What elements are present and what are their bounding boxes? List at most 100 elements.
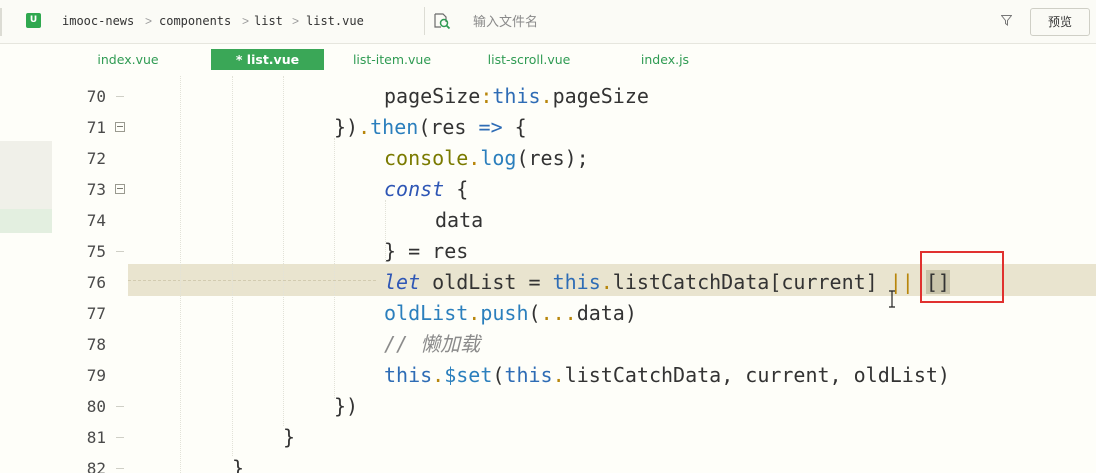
- code-text: const {: [384, 174, 468, 205]
- code-token: this: [384, 363, 433, 387]
- tab-list-scroll-vue[interactable]: list-scroll.vue: [474, 49, 584, 70]
- breadcrumb-item-list[interactable]: list: [254, 13, 283, 29]
- line-number: 79: [86, 366, 106, 385]
- window-edge: [0, 8, 2, 36]
- code-text: data: [435, 205, 483, 236]
- code-line[interactable]: 70 pageSize:this.pageSize: [0, 81, 1096, 112]
- code-text: }): [334, 391, 358, 422]
- code-text: }: [232, 453, 244, 473]
- fold-collapse-icon[interactable]: [115, 122, 125, 132]
- code-token: }: [232, 456, 245, 473]
- code-token: data: [435, 208, 484, 232]
- code-token: }): [334, 394, 359, 418]
- code-token: data): [576, 301, 637, 325]
- breadcrumb-separator: >: [242, 14, 250, 28]
- fold-guide: [116, 468, 124, 469]
- code-text: let oldList = this.listCatchData[current…: [384, 267, 950, 298]
- annotation-highlight-box: [920, 251, 1004, 303]
- file-search-box[interactable]: [424, 7, 1024, 35]
- code-comment: // 懒加载: [384, 332, 481, 356]
- code-token: this: [552, 270, 601, 294]
- code-token: .: [540, 84, 553, 108]
- line-number: 72: [86, 149, 106, 168]
- tab-index-js[interactable]: index.js: [626, 49, 704, 70]
- code-token: :: [480, 84, 493, 108]
- editor-tabs: index.vue * list.vue list-item.vue list-…: [0, 44, 1096, 76]
- code-line[interactable]: 71 }).then(res => {: [0, 112, 1096, 143]
- line-number: 76: [86, 273, 106, 292]
- fold-guide: [116, 251, 124, 252]
- line-number: 74: [86, 211, 106, 230]
- code-token: .: [358, 115, 371, 139]
- code-token: ...: [540, 301, 577, 325]
- code-token: (res);: [516, 146, 589, 170]
- code-line[interactable]: 78 // 懒加载: [0, 329, 1096, 360]
- code-text: console.log(res);: [384, 143, 589, 174]
- code-editor[interactable]: 70 pageSize:this.pageSize 71 }).then(res…: [0, 76, 1096, 473]
- code-line[interactable]: 82 }: [0, 453, 1096, 473]
- code-token: oldList =: [420, 270, 553, 294]
- title-bar: U imooc-news > components > list > list.…: [0, 0, 1096, 44]
- code-token: (res: [418, 115, 479, 139]
- line-number: 75: [86, 242, 106, 261]
- code-text: }).then(res => {: [334, 112, 527, 143]
- code-token: this: [492, 84, 541, 108]
- code-token: const: [384, 177, 445, 201]
- filter-icon[interactable]: [1001, 15, 1012, 26]
- breadcrumb-separator: >: [145, 14, 153, 28]
- code-token: }): [334, 115, 359, 139]
- preview-button[interactable]: 预览: [1030, 8, 1090, 36]
- code-token: .: [468, 301, 481, 325]
- code-token: } = res: [384, 239, 469, 263]
- code-text: this.$set(this.listCatchData, current, o…: [384, 360, 950, 391]
- code-token: listCatchData, current, oldList): [564, 363, 950, 387]
- code-token: listCatchData[current]: [612, 270, 890, 294]
- code-token: (: [528, 301, 541, 325]
- code-token: (: [492, 363, 505, 387]
- code-token: this: [504, 363, 553, 387]
- code-token: let: [384, 270, 421, 294]
- code-token: =>: [478, 115, 503, 139]
- fold-collapse-icon[interactable]: [115, 184, 125, 194]
- code-token: console: [384, 146, 469, 170]
- code-line[interactable]: 73 const {: [0, 174, 1096, 205]
- code-text: // 懒加载: [384, 329, 480, 360]
- code-line[interactable]: 72 console.log(res);: [0, 143, 1096, 174]
- code-token: .: [432, 363, 445, 387]
- code-token: }: [283, 425, 296, 449]
- search-file-icon[interactable]: [433, 12, 451, 30]
- line-number: 77: [86, 304, 106, 323]
- code-text: pageSize:this.pageSize: [384, 81, 649, 112]
- breadcrumb-project[interactable]: imooc-news: [62, 13, 134, 29]
- breadcrumb-item-components[interactable]: components: [159, 13, 231, 29]
- tab-list-vue[interactable]: * list.vue: [211, 49, 324, 70]
- fold-guide: [116, 437, 124, 438]
- code-line[interactable]: 79 this.$set(this.listCatchData, current…: [0, 360, 1096, 391]
- code-text: }: [283, 422, 295, 453]
- fold-guide: [116, 96, 124, 97]
- line-number: 80: [86, 397, 106, 416]
- code-text: oldList.push(...data): [384, 298, 637, 329]
- tab-list-item-vue[interactable]: list-item.vue: [340, 49, 444, 70]
- code-token: log: [480, 146, 517, 170]
- code-token: pageSize: [384, 84, 481, 108]
- search-input[interactable]: [473, 13, 913, 31]
- code-token: $set: [444, 363, 493, 387]
- code-token: .: [552, 363, 565, 387]
- line-number: 78: [86, 335, 106, 354]
- breadcrumb-separator: >: [292, 14, 300, 28]
- code-line[interactable]: 80 }): [0, 391, 1096, 422]
- project-icon: U: [26, 13, 41, 28]
- code-line[interactable]: 74 data: [0, 205, 1096, 236]
- fold-guide: [116, 406, 124, 407]
- code-token: oldList: [384, 301, 469, 325]
- code-line[interactable]: 81 }: [0, 422, 1096, 453]
- breadcrumb-item-file[interactable]: list.vue: [306, 13, 364, 29]
- code-token: .: [600, 270, 613, 294]
- code-token: push: [480, 301, 529, 325]
- code-token: pageSize: [552, 84, 649, 108]
- code-token: {: [502, 115, 527, 139]
- code-token: {: [444, 177, 469, 201]
- tab-index-vue[interactable]: index.vue: [84, 49, 172, 70]
- line-number: 73: [86, 180, 106, 199]
